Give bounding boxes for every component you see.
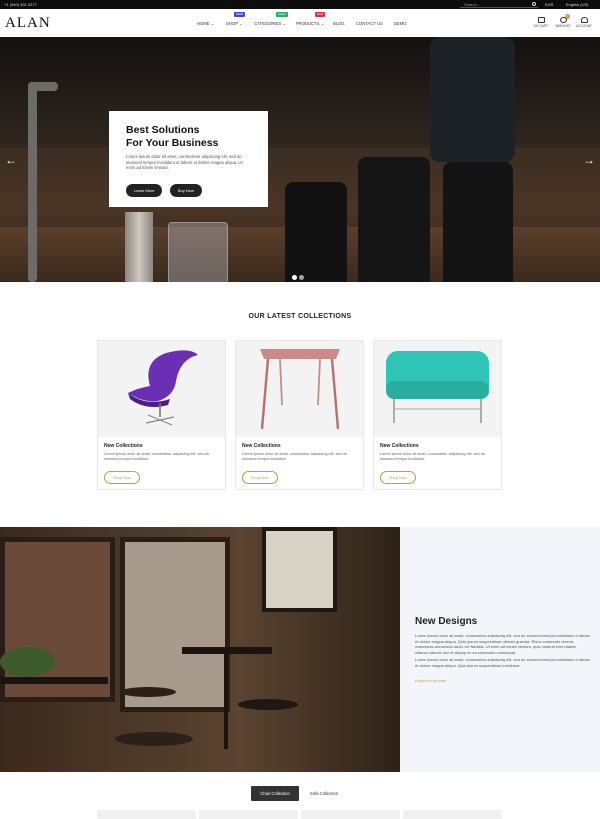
nav-item-contact[interactable]: CONTACT US	[356, 21, 383, 26]
search-placeholder: Search...	[464, 2, 481, 7]
account-label: ACCOUNT	[576, 24, 592, 28]
product-thumb[interactable]	[199, 810, 298, 819]
new-designs-title: New Designs	[415, 616, 478, 627]
wishlist-button[interactable]: 0 WISHLIST	[553, 14, 573, 28]
new-badge: NEW	[234, 12, 245, 17]
stool	[120, 687, 176, 697]
slider-prev-arrow[interactable]: ←	[5, 153, 17, 167]
wall-picture	[262, 527, 337, 612]
tab-chair-collection[interactable]: Chair Collection	[251, 786, 299, 801]
shop-now-button[interactable]: Shop Now	[104, 471, 140, 484]
nav-blog-label: BLOG	[333, 21, 345, 26]
nav-products-label: PRODUCTS	[296, 21, 320, 26]
buy-now-button[interactable]: Buy Now	[169, 183, 202, 197]
site-header: ALAN HOME ⌄ NEW SHOP ⌄ SALE CATEGORIES ⌄…	[0, 9, 600, 37]
collection-title: New Collections	[242, 443, 281, 449]
cart-button[interactable]: MY CART	[531, 17, 551, 28]
metal-cup	[125, 212, 153, 282]
nav-item-shop[interactable]: NEW SHOP ⌄	[226, 12, 245, 26]
teal-ottoman-icon	[386, 351, 489, 423]
plant	[0, 647, 55, 677]
search-field[interactable]: Search...	[460, 1, 538, 8]
explore-product-link[interactable]: Explo the product	[415, 678, 446, 683]
hero-slider: ← → Best Solutions For Your Business Lor…	[0, 37, 600, 282]
sale-badge: SALE	[276, 12, 288, 17]
hero-text: Lorem ipsum dolor sit amet, consectetur …	[126, 154, 243, 171]
chevron-down-icon: ⌄	[238, 21, 243, 26]
search-icon[interactable]	[532, 2, 536, 6]
learn-more-button[interactable]: Learn More	[126, 183, 163, 197]
hero-title-line2: For Your Business	[126, 137, 219, 149]
cart-label: MY CART	[533, 24, 549, 28]
nav-contact-label: CONTACT US	[356, 21, 383, 26]
nav-home-label: HOME	[197, 21, 210, 26]
collection-card: New Collections Lorem ipsum dolor sit am…	[235, 340, 364, 490]
site-logo[interactable]: ALAN	[5, 15, 51, 32]
cart-icon	[537, 17, 545, 23]
slider-dots	[292, 267, 306, 282]
collection-title: New Collections	[380, 443, 419, 449]
nav-categories-label: CATEGORIES	[254, 21, 282, 26]
phone-number[interactable]: +1 (940) 491 0277	[4, 2, 37, 7]
black-pitcher-3	[443, 162, 513, 282]
collection-card: New Collections Lorem ipsum dolor sit am…	[373, 340, 502, 490]
window-right	[120, 537, 230, 712]
faucet-arm	[28, 82, 58, 91]
top-bar: +1 (940) 491 0277 Search... EUR English …	[0, 0, 600, 9]
nav-item-demo[interactable]: DEMO	[394, 21, 407, 26]
new-designs-paragraph: Lorem ipsum dolor sit amet, consectetur …	[415, 633, 590, 655]
nav-demo-label: DEMO	[394, 21, 407, 26]
shop-now-button[interactable]: Shop Now	[380, 471, 416, 484]
glass	[168, 222, 228, 282]
nav-item-home[interactable]: HOME ⌄	[197, 21, 214, 26]
account-button[interactable]: ACCOUNT	[574, 17, 594, 28]
slider-dot[interactable]	[292, 275, 297, 280]
currency-selector[interactable]: EUR	[545, 2, 553, 7]
pink-table-icon	[260, 349, 340, 430]
nav-shop-label: SHOP	[226, 21, 238, 26]
nav-item-categories[interactable]: SALE CATEGORIES ⌄	[254, 12, 288, 26]
product-thumb[interactable]	[403, 810, 502, 819]
collection-text: Lorem ipsum dolor sit amet, consectetur …	[380, 452, 485, 461]
language-selector[interactable]: English (US)	[566, 2, 588, 7]
collection-card: New Collections Lorem ipsum dolor sit am…	[97, 340, 226, 490]
cafe-table-left	[0, 677, 108, 684]
product-thumb[interactable]	[301, 810, 400, 819]
black-pitcher-2	[358, 157, 430, 282]
collection-image-ottoman[interactable]	[374, 341, 501, 437]
user-icon	[580, 17, 588, 23]
collection-text: Lorem ipsum dolor sit amet, consectetur …	[242, 452, 347, 461]
slider-next-arrow[interactable]: →	[583, 153, 595, 167]
product-thumb[interactable]	[97, 810, 196, 819]
new-designs-paragraph: Lorem ipsum dolor sit amet, consectetur …	[415, 657, 590, 668]
wishlist-label: WISHLIST	[555, 24, 571, 28]
collection-text: Lorem ipsum dolor sit amet, consectetur …	[104, 452, 209, 461]
nav-item-products[interactable]: HOT PRODUCTS ⌄	[296, 12, 326, 26]
collection-image-table[interactable]	[236, 341, 363, 437]
nav-item-blog[interactable]: BLOG	[333, 21, 345, 26]
chevron-down-icon: ⌄	[320, 21, 325, 26]
wishlist-count-badge: 0	[565, 14, 570, 19]
hero-title: Best Solutions For Your Business	[126, 124, 251, 150]
stool	[115, 732, 193, 746]
hero-card: Best Solutions For Your Business Lorem i…	[109, 111, 268, 207]
hot-badge: HOT	[315, 12, 326, 17]
purple-chair-icon	[128, 350, 198, 426]
slider-dot[interactable]	[299, 275, 304, 280]
collection-image-chair[interactable]	[98, 341, 225, 437]
cafe-table	[182, 647, 272, 654]
shop-now-button[interactable]: Shop Now	[242, 471, 278, 484]
tab-sofa-collection[interactable]: Sofa Collection	[301, 786, 347, 801]
collections-title: OUR LATEST COLLECTIONS	[248, 313, 352, 320]
chevron-down-icon: ⌄	[282, 21, 286, 26]
grinder-machine	[430, 37, 515, 162]
stool	[238, 699, 298, 710]
chevron-down-icon: ⌄	[210, 21, 215, 26]
collection-title: New Collections	[104, 443, 143, 449]
new-designs-panel: New Designs Lorem ipsum dolor sit amet, …	[400, 527, 600, 772]
faucet-pipe	[28, 82, 37, 282]
new-designs-photo	[0, 527, 400, 772]
hero-title-line1: Best Solutions	[126, 124, 200, 136]
